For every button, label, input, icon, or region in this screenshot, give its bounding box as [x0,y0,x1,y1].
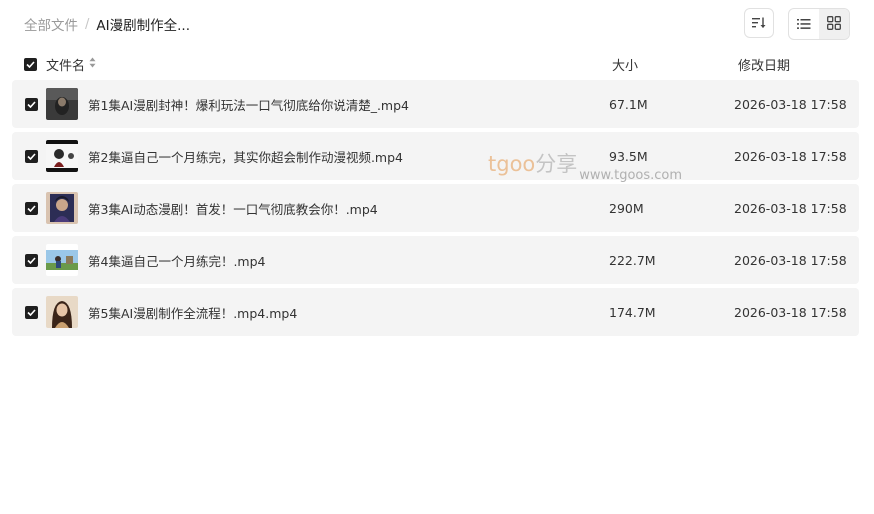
file-date: 2026-03-18 17:58 [734,200,847,216]
column-header-name[interactable]: 文件名 [46,55,96,74]
checkmark-icon [27,152,36,160]
toolbar [744,8,850,40]
row-checkbox[interactable] [25,149,38,163]
row-checkbox[interactable] [25,97,38,111]
list-view-button[interactable] [789,9,819,39]
list-view-icon [797,15,811,34]
view-switch [788,8,850,40]
video-thumbnail [46,140,78,172]
checkmark-icon [27,308,36,316]
file-row[interactable]: 第4集逼自己一个月练完！.mp4 222.7M 2026-03-18 17:58 [12,236,859,284]
breadcrumb: 全部文件 / AI漫剧制作全... [24,14,190,35]
file-size: 67.1M [609,96,648,112]
checkmark-icon [26,60,35,68]
sort-icon [752,14,766,33]
select-all-checkbox[interactable] [24,57,37,71]
file-name[interactable]: 第2集逼自己一个月练完，其实你超会制作动漫视频.mp4 [88,147,403,166]
video-thumbnail [46,244,78,276]
file-size: 290M [609,200,644,216]
breadcrumb-root-link[interactable]: 全部文件 [24,14,78,34]
grid-view-icon [827,15,841,34]
file-size: 174.7M [609,304,656,320]
row-checkbox[interactable] [25,253,38,267]
file-row[interactable]: 第5集AI漫剧制作全流程！.mp4.mp4 174.7M 2026-03-18 … [12,288,859,336]
column-header-date[interactable]: 修改日期 [738,55,790,74]
checkmark-icon [27,100,36,108]
column-header-size[interactable]: 大小 [612,55,638,74]
breadcrumb-separator: / [85,16,90,32]
file-size: 93.5M [609,148,648,164]
row-checkbox[interactable] [25,201,38,215]
sort-button[interactable] [744,8,774,38]
file-date: 2026-03-18 17:58 [734,252,847,268]
file-date: 2026-03-18 17:58 [734,96,847,112]
file-row[interactable]: 第2集逼自己一个月练完，其实你超会制作动漫视频.mp4 93.5M 2026-0… [12,132,859,180]
column-header-name-label: 文件名 [46,58,86,74]
list-header: 文件名 大小 修改日期 [12,50,859,78]
checkmark-icon [27,204,36,212]
file-name[interactable]: 第4集逼自己一个月练完！.mp4 [88,251,266,270]
sort-toggle-icon [89,57,96,72]
file-name[interactable]: 第3集AI动态漫剧！首发！一口气彻底教会你！.mp4 [88,199,378,218]
file-name[interactable]: 第5集AI漫剧制作全流程！.mp4.mp4 [88,303,297,322]
video-thumbnail [46,296,78,328]
grid-view-button[interactable] [819,9,849,39]
file-date: 2026-03-18 17:58 [734,304,847,320]
file-row[interactable]: 第1集AI漫剧封神！爆利玩法一口气彻底给你说清楚_.mp4 67.1M 2026… [12,80,859,128]
file-name[interactable]: 第1集AI漫剧封神！爆利玩法一口气彻底给你说清楚_.mp4 [88,95,409,114]
video-thumbnail [46,88,78,120]
breadcrumb-current: AI漫剧制作全... [96,18,190,34]
video-thumbnail [46,192,78,224]
file-size: 222.7M [609,252,656,268]
checkmark-icon [27,256,36,264]
file-list: 第1集AI漫剧封神！爆利玩法一口气彻底给你说清楚_.mp4 67.1M 2026… [12,80,859,340]
file-date: 2026-03-18 17:58 [734,148,847,164]
file-row[interactable]: 第3集AI动态漫剧！首发！一口气彻底教会你！.mp4 290M 2026-03-… [12,184,859,232]
row-checkbox[interactable] [25,305,38,319]
